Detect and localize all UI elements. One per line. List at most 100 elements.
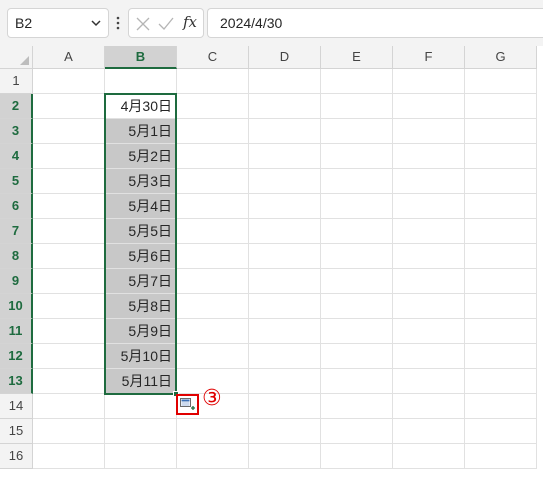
cell-b16[interactable] <box>105 444 177 469</box>
cell-f1[interactable] <box>393 69 465 94</box>
row-header-8[interactable]: 8 <box>0 244 33 269</box>
cell-e4[interactable] <box>321 144 393 169</box>
name-box[interactable]: B2 <box>7 8 109 38</box>
cell-f4[interactable] <box>393 144 465 169</box>
cell-f13[interactable] <box>393 369 465 394</box>
row-header-15[interactable]: 15 <box>0 419 33 444</box>
cell-c11[interactable] <box>177 319 249 344</box>
cell-g8[interactable] <box>465 244 537 269</box>
column-header-a[interactable]: A <box>33 46 105 69</box>
column-header-g[interactable]: G <box>465 46 537 69</box>
cancel-icon[interactable] <box>136 17 150 31</box>
cell-e7[interactable] <box>321 219 393 244</box>
cell-d13[interactable] <box>249 369 321 394</box>
cell-c15[interactable] <box>177 419 249 444</box>
cell-a3[interactable] <box>33 119 105 144</box>
cell-c9[interactable] <box>177 269 249 294</box>
cell-b1[interactable] <box>105 69 177 94</box>
row-header-5[interactable]: 5 <box>0 169 33 194</box>
cell-g12[interactable] <box>465 344 537 369</box>
cell-g3[interactable] <box>465 119 537 144</box>
row-header-1[interactable]: 1 <box>0 69 33 94</box>
cell-c8[interactable] <box>177 244 249 269</box>
row-header-2[interactable]: 2 <box>0 94 33 119</box>
chevron-down-icon[interactable] <box>90 17 102 29</box>
cell-f11[interactable] <box>393 319 465 344</box>
row-header-7[interactable]: 7 <box>0 219 33 244</box>
cell-d14[interactable] <box>249 394 321 419</box>
column-header-c[interactable]: C <box>177 46 249 69</box>
row-header-4[interactable]: 4 <box>0 144 33 169</box>
cell-f9[interactable] <box>393 269 465 294</box>
cell-a12[interactable] <box>33 344 105 369</box>
cell-g2[interactable] <box>465 94 537 119</box>
auto-fill-options-button[interactable] <box>176 394 199 415</box>
cell-d6[interactable] <box>249 194 321 219</box>
cell-c2[interactable] <box>177 94 249 119</box>
row-header-11[interactable]: 11 <box>0 319 33 344</box>
cell-g4[interactable] <box>465 144 537 169</box>
cell-b10[interactable]: 5月8日 <box>105 294 177 319</box>
cell-g6[interactable] <box>465 194 537 219</box>
cell-b3[interactable]: 5月1日 <box>105 119 177 144</box>
cell-e10[interactable] <box>321 294 393 319</box>
cell-a4[interactable] <box>33 144 105 169</box>
cell-f8[interactable] <box>393 244 465 269</box>
column-header-d[interactable]: D <box>249 46 321 69</box>
cell-d4[interactable] <box>249 144 321 169</box>
row-header-9[interactable]: 9 <box>0 269 33 294</box>
cell-a9[interactable] <box>33 269 105 294</box>
column-header-e[interactable]: E <box>321 46 393 69</box>
cell-a16[interactable] <box>33 444 105 469</box>
cell-a1[interactable] <box>33 69 105 94</box>
cell-b15[interactable] <box>105 419 177 444</box>
cell-e11[interactable] <box>321 319 393 344</box>
cell-c6[interactable] <box>177 194 249 219</box>
cell-g5[interactable] <box>465 169 537 194</box>
cell-a14[interactable] <box>33 394 105 419</box>
cell-e13[interactable] <box>321 369 393 394</box>
column-header-b[interactable]: B <box>105 46 177 69</box>
cell-f15[interactable] <box>393 419 465 444</box>
cell-e9[interactable] <box>321 269 393 294</box>
cell-d8[interactable] <box>249 244 321 269</box>
row-header-13[interactable]: 13 <box>0 369 33 394</box>
cell-d5[interactable] <box>249 169 321 194</box>
cell-g9[interactable] <box>465 269 537 294</box>
cell-d10[interactable] <box>249 294 321 319</box>
cell-f2[interactable] <box>393 94 465 119</box>
cell-e5[interactable] <box>321 169 393 194</box>
cell-b8[interactable]: 5月6日 <box>105 244 177 269</box>
cell-d15[interactable] <box>249 419 321 444</box>
formula-input[interactable]: 2024/4/30 <box>207 8 543 38</box>
cell-c5[interactable] <box>177 169 249 194</box>
cell-d7[interactable] <box>249 219 321 244</box>
cell-d2[interactable] <box>249 94 321 119</box>
cell-f10[interactable] <box>393 294 465 319</box>
row-header-6[interactable]: 6 <box>0 194 33 219</box>
cell-b7[interactable]: 5月5日 <box>105 219 177 244</box>
enter-check-icon[interactable] <box>158 17 174 31</box>
cell-b11[interactable]: 5月9日 <box>105 319 177 344</box>
cell-c16[interactable] <box>177 444 249 469</box>
cell-f12[interactable] <box>393 344 465 369</box>
cell-e14[interactable] <box>321 394 393 419</box>
cell-f5[interactable] <box>393 169 465 194</box>
cell-b14[interactable] <box>105 394 177 419</box>
cell-b13[interactable]: 5月11日 <box>105 369 177 394</box>
row-header-12[interactable]: 12 <box>0 344 33 369</box>
cell-d12[interactable] <box>249 344 321 369</box>
cell-b9[interactable]: 5月7日 <box>105 269 177 294</box>
cell-g16[interactable] <box>465 444 537 469</box>
cell-d9[interactable] <box>249 269 321 294</box>
row-header-16[interactable]: 16 <box>0 444 33 469</box>
cell-g11[interactable] <box>465 319 537 344</box>
cell-d3[interactable] <box>249 119 321 144</box>
cell-b6[interactable]: 5月4日 <box>105 194 177 219</box>
cell-a8[interactable] <box>33 244 105 269</box>
cell-g15[interactable] <box>465 419 537 444</box>
cell-a2[interactable] <box>33 94 105 119</box>
cell-a11[interactable] <box>33 319 105 344</box>
cell-c10[interactable] <box>177 294 249 319</box>
cell-a13[interactable] <box>33 369 105 394</box>
